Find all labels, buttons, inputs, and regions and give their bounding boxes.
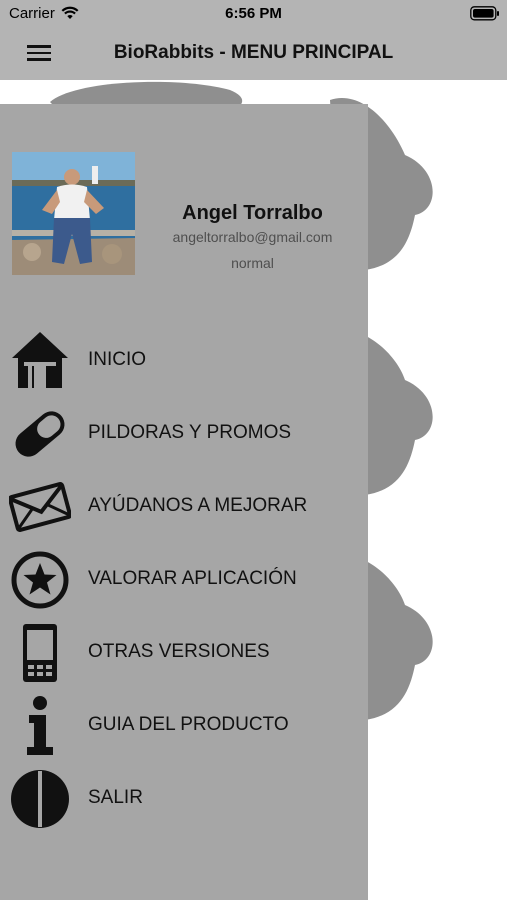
menu-item-label: AYÚDANOS A MEJORAR: [88, 495, 308, 516]
profile-email: angeltorralbo@gmail.com: [172, 229, 333, 245]
menu-item-ayudanos[interactable]: AYÚDANOS A MEJORAR: [0, 472, 368, 540]
menu-item-label: GUIA DEL PRODUCTO: [88, 714, 289, 735]
menu-item-label: SALIR: [88, 787, 143, 808]
profile-name: Angel Torralbo: [182, 202, 323, 224]
exit-icon: [11, 770, 69, 828]
menu-item-otras-versiones[interactable]: OTRAS VERSIONES: [0, 618, 368, 686]
menu-item-pildoras[interactable]: PILDORAS Y PROMOS: [0, 399, 368, 467]
star-circle-icon: [11, 551, 69, 609]
status-bar: Carrier 6:56 PM: [0, 0, 507, 28]
profile-photo: [12, 152, 135, 275]
menu-item-salir[interactable]: SALIR: [0, 764, 368, 832]
info-icon: [27, 696, 53, 755]
navigation-bar: BioRabbits - MENU PRINCIPAL: [0, 28, 507, 80]
avatar: [12, 152, 135, 275]
menu-item-label: VALORAR APLICACIÓN: [88, 568, 297, 589]
phone-icon: [23, 624, 57, 682]
pill-icon: [15, 411, 65, 457]
side-drawer: Angel Torralbo angeltorralbo@gmail.com n…: [0, 104, 368, 900]
menu-item-valorar[interactable]: VALORAR APLICACIÓN: [0, 545, 368, 613]
battery-icon: [470, 6, 499, 21]
menu-item-label: PILDORAS Y PROMOS: [88, 422, 292, 443]
menu-item-label: INICIO: [88, 349, 147, 370]
profile-status: normal: [231, 255, 274, 271]
menu-item-inicio[interactable]: INICIO: [0, 326, 368, 394]
envelope-icon: [9, 482, 71, 532]
menu-item-guia[interactable]: GUIA DEL PRODUCTO: [0, 691, 368, 759]
home-icon: [12, 332, 68, 388]
page-title: BioRabbits - MENU PRINCIPAL: [113, 42, 394, 63]
menu-item-label: OTRAS VERSIONES: [88, 641, 270, 662]
clock: 6:56 PM: [225, 5, 282, 22]
